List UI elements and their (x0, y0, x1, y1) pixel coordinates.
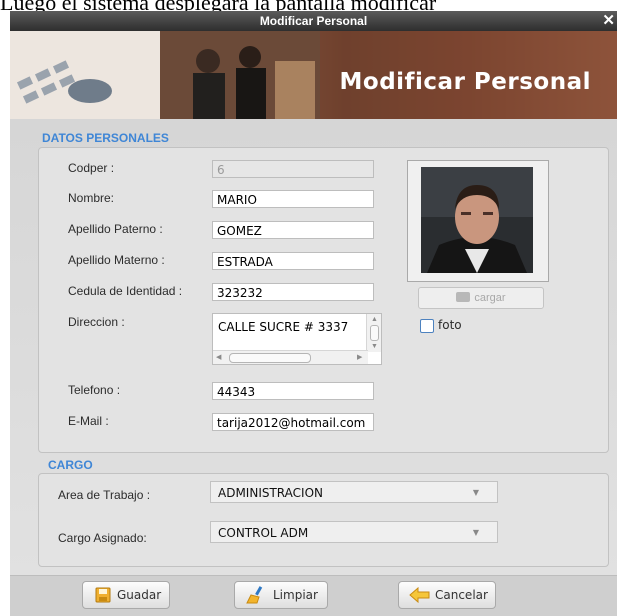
banner-person-head-2 (239, 46, 261, 68)
banner-hand (68, 79, 112, 103)
limpiar-label: Limpiar (273, 588, 318, 602)
cedula-label: Cedula de Identidad : (68, 284, 183, 298)
chevron-down-icon: ▼ (472, 488, 479, 497)
save-icon (95, 587, 111, 603)
back-arrow-icon (409, 587, 430, 603)
guardar-label: Guadar (117, 588, 162, 602)
banner-person-head-1 (196, 49, 220, 73)
direccion-vertical-scrollbar[interactable]: ▲ ▼ (366, 314, 381, 352)
direccion-value: CALLE SUCRE # 3337 (218, 320, 349, 334)
email-label: E-Mail : (68, 414, 109, 428)
scroll-up-icon[interactable]: ▲ (371, 316, 378, 323)
photo-frame (407, 160, 549, 282)
modificar-personal-window: Modificar Personal ✕ Modificar Personal (10, 11, 617, 616)
foto-checkbox[interactable] (420, 319, 434, 333)
apellido-materno-label: Apellido Materno : (68, 253, 165, 267)
scroll-left-icon[interactable]: ◀ (216, 354, 221, 361)
telefono-field[interactable]: 44343 (212, 382, 374, 400)
telefono-label: Telefono : (68, 383, 121, 397)
nombre-field[interactable]: MARIO (212, 190, 374, 208)
action-bar: Guadar Limpiar Cancelar (10, 575, 617, 616)
direccion-horizontal-scrollbar[interactable]: ◀ ▶ (213, 350, 368, 364)
codper-field: 6 (212, 160, 374, 178)
cargar-label: cargar (474, 292, 506, 304)
scroll-down-icon[interactable]: ▼ (371, 343, 378, 350)
email-field[interactable]: tarija2012@hotmail.com (212, 413, 374, 431)
window-title: Modificar Personal (259, 14, 368, 28)
apellido-paterno-field[interactable]: GOMEZ (212, 221, 374, 239)
cargo-asignado-select[interactable]: CONTROL ADM ▼ (210, 521, 498, 543)
cancelar-button[interactable]: Cancelar (398, 581, 496, 609)
apellido-paterno-label: Apellido Paterno : (68, 222, 163, 236)
direccion-textarea[interactable]: CALLE SUCRE # 3337 ▲ ▼ ◀ ▶ (212, 313, 382, 365)
employee-photo (421, 167, 533, 273)
banner-title: Modificar Personal (339, 69, 591, 95)
section-cargo-heading: CARGO (48, 458, 93, 472)
guardar-button[interactable]: Guadar (82, 581, 170, 609)
banner-person-body-1 (193, 73, 225, 119)
cancelar-label: Cancelar (435, 588, 488, 602)
broom-icon (246, 586, 263, 604)
vertical-scroll-thumb[interactable] (370, 325, 379, 341)
form-content: DATOS PERSONALES Codper : 6 Nombre: MARI… (10, 119, 617, 575)
foto-label: foto (438, 318, 462, 332)
banner-person-body-2 (236, 68, 266, 119)
cargo-asignado-label: Cargo Asignado: (58, 531, 147, 545)
banner-keyboard-bg (10, 31, 160, 119)
scroll-right-icon[interactable]: ▶ (357, 354, 362, 361)
banner-wall (275, 61, 315, 119)
camera-icon (456, 292, 471, 302)
nombre-label: Nombre: (68, 191, 115, 205)
cargo-asignado-value: CONTROL ADM (218, 526, 309, 540)
cargar-photo-button[interactable]: cargar (418, 287, 544, 309)
area-trabajo-select[interactable]: ADMINISTRACION ▼ (210, 481, 498, 503)
chevron-down-icon: ▼ (472, 528, 479, 537)
horizontal-scroll-thumb[interactable] (229, 353, 311, 363)
limpiar-button[interactable]: Limpiar (234, 581, 328, 609)
apellido-materno-field[interactable]: ESTRADA (212, 252, 374, 270)
area-trabajo-label: Area de Trabajo : (58, 488, 151, 502)
section-datos-personales-heading: DATOS PERSONALES (42, 131, 169, 145)
close-icon[interactable]: ✕ (602, 11, 615, 31)
cedula-field[interactable]: 323232 (212, 283, 374, 301)
area-trabajo-value: ADMINISTRACION (218, 486, 323, 500)
title-bar[interactable]: Modificar Personal ✕ (10, 11, 617, 31)
codper-label: Codper : (68, 161, 115, 175)
direccion-label: Direccion : (68, 315, 125, 329)
banner: Modificar Personal (10, 31, 617, 119)
